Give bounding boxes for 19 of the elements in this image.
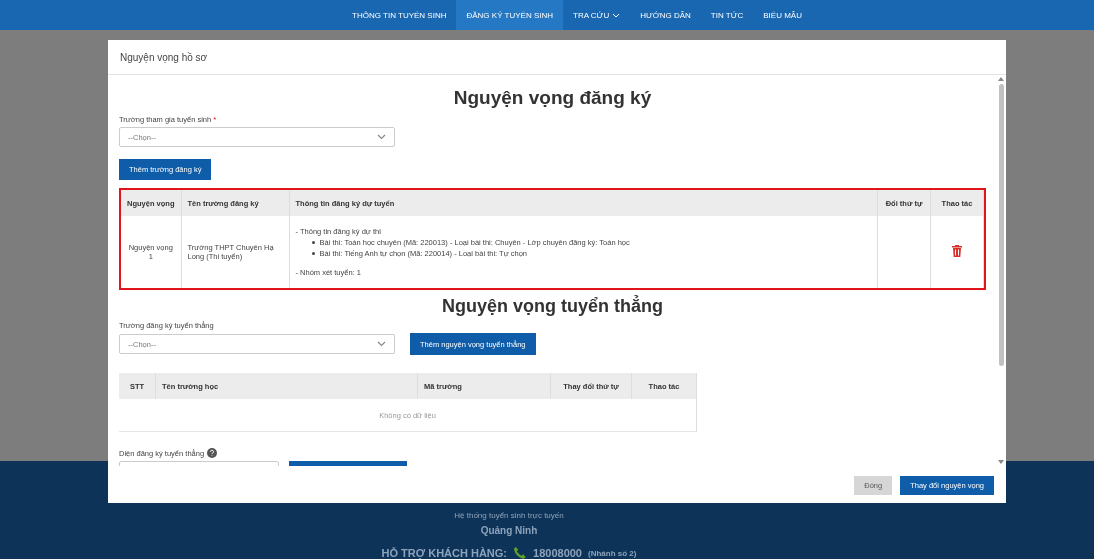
nav-link[interactable]: HƯỚNG DẪN: [630, 0, 701, 30]
help-icon[interactable]: [207, 448, 218, 458]
nav-link[interactable]: BIỂU MẪU: [753, 0, 812, 30]
chevron-down-icon: [377, 341, 386, 347]
modal-title: Nguyện vọng hồ sơ: [120, 51, 208, 63]
section-heading: Nguyện vọng tuyển thẳng: [441, 296, 664, 317]
nav-link[interactable]: TIN TỨC: [700, 0, 754, 30]
nav-link[interactable]: ĐĂNG KÝ TUYỂN SINH: [456, 0, 563, 30]
delete-icon[interactable]: [952, 245, 962, 257]
footer-tagline: Hệ thống tuyển sinh trực tuyến: [454, 511, 564, 520]
nav-link[interactable]: TRA CỨU: [563, 0, 631, 30]
chevron-down-icon: [377, 134, 386, 140]
footer-province: Quảng Ninh: [480, 525, 538, 536]
phone-icon: [513, 546, 528, 559]
nav-link[interactable]: THÔNG TIN TUYỂN SINH: [342, 0, 457, 30]
phone-extension: (Nhánh số 2): [588, 548, 637, 558]
section-heading: Nguyện vọng đăng ký: [452, 87, 653, 109]
support-label: HỖ TRỢ KHÁCH HÀNG:: [381, 547, 508, 559]
support-phone: 18008000: [533, 547, 582, 559]
